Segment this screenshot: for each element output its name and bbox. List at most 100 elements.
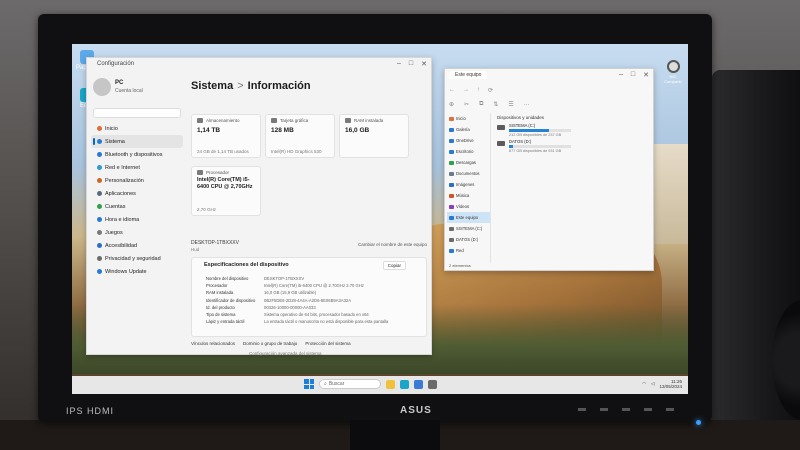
- sort-icon[interactable]: ⇅: [493, 101, 498, 108]
- settings-main: Sistema > Información Almacenamiento 1,14 …: [187, 72, 433, 356]
- sidebar-item[interactable]: Windows Update: [91, 265, 183, 278]
- related-link[interactable]: Dominio o grupo de trabajo: [243, 341, 297, 346]
- nav-pane-item[interactable]: Este equipo: [447, 212, 490, 223]
- folder-icon: [449, 149, 454, 154]
- drive-tile[interactable]: DATOS (D:) 877 GB disponibles de 931 GB: [497, 139, 651, 155]
- minimize-icon[interactable]: –: [619, 71, 623, 79]
- desktop-shortcut-label: NIC Compartir: [664, 74, 682, 84]
- drive-usage-fill: [509, 129, 550, 132]
- folder-icon: [449, 116, 454, 121]
- desktop-shortcut[interactable]: NIC Compartir: [662, 60, 684, 84]
- nav-pane-label: Escritorio: [456, 149, 474, 154]
- nav-pane-item[interactable]: Vídeos: [447, 201, 490, 212]
- sidebar-item[interactable]: Privacidad y seguridad: [91, 252, 183, 265]
- nav-pane-item[interactable]: OneDrive: [447, 135, 490, 146]
- maximize-icon[interactable]: □: [631, 71, 635, 79]
- processor-card[interactable]: Procesador Intel(R) Core(TM) i5-6400 CPU…: [191, 166, 261, 216]
- profile[interactable]: PC Cuenta local: [93, 78, 183, 102]
- sidebar-item[interactable]: Sistema: [91, 135, 183, 148]
- clock-date: 13/05/2024: [659, 384, 682, 389]
- drive-free-space: 877 GB disponibles de 931 GB: [509, 149, 562, 153]
- forward-icon[interactable]: →: [463, 87, 469, 93]
- nav-pane-item[interactable]: SISTEMA (C:): [447, 223, 490, 234]
- drive-usage-fill: [509, 145, 513, 148]
- copy-icon[interactable]: ⧉: [479, 101, 483, 108]
- taskbar-search[interactable]: ⌕ Buscar: [319, 379, 381, 389]
- nav-pane-item[interactable]: Red: [447, 245, 490, 256]
- nav-pane-item[interactable]: Imágenes: [447, 179, 490, 190]
- up-icon[interactable]: ↑: [477, 87, 480, 93]
- related-link[interactable]: Protección del sistema: [305, 341, 350, 346]
- close-icon[interactable]: ✕: [643, 71, 649, 79]
- nav-pane-item[interactable]: Inicio: [447, 113, 490, 124]
- nav-pane-item[interactable]: Escritorio: [447, 146, 490, 157]
- ram-card[interactable]: RAM instalada 16,0 GB: [339, 114, 409, 158]
- nav-icon: [97, 204, 102, 209]
- store-icon[interactable]: [414, 379, 423, 389]
- graphics-card[interactable]: Tarjeta gráfica 128 MB Intel(R) HD Graph…: [265, 114, 335, 158]
- sidebar-item-label: Privacidad y seguridad: [105, 255, 161, 262]
- volume-icon[interactable]: ◁: [651, 381, 654, 387]
- nav-pane-item[interactable]: Descargas: [447, 157, 490, 168]
- card-subtext: Intel(R) HD Graphics 530: [271, 149, 322, 154]
- start-button[interactable]: [304, 379, 314, 389]
- folder-icon: [449, 204, 454, 209]
- drive-tile[interactable]: SISTEMA (C:) 212 GB disponibles de 237 GB: [497, 123, 651, 139]
- refresh-icon[interactable]: ⟳: [488, 87, 493, 94]
- folder-icon: [449, 215, 454, 220]
- spec-key: Id. del producto: [206, 304, 235, 310]
- card-label: Almacenamiento: [206, 118, 240, 123]
- nav-pane-item[interactable]: Documentos: [447, 168, 490, 179]
- search-icon: ⌕: [324, 381, 327, 387]
- sidebar-item[interactable]: Personalización: [91, 174, 183, 187]
- advanced-settings-link[interactable]: Configuración avanzada del sistema: [249, 351, 322, 356]
- nav-icon: [97, 256, 102, 261]
- sidebar-item[interactable]: Bluetooth y dispositivos: [91, 148, 183, 161]
- sidebar-item[interactable]: Aplicaciones: [91, 187, 183, 200]
- sidebar-item[interactable]: Cuentas: [91, 200, 183, 213]
- more-icon[interactable]: …: [524, 101, 530, 107]
- back-icon[interactable]: ←: [449, 87, 455, 93]
- spec-value: 16,0 GB (15,9 GB utilizable): [264, 290, 317, 296]
- cut-icon[interactable]: ✂: [464, 101, 469, 108]
- hard-drive-icon: [497, 141, 505, 146]
- sidebar-item[interactable]: Accesibilidad: [91, 239, 183, 252]
- nav-icon: [97, 126, 102, 131]
- ram-icon: [345, 118, 351, 123]
- related-links: Vínculos relacionados Dominio o grupo de …: [191, 341, 351, 346]
- file-explorer-icon[interactable]: [386, 379, 395, 389]
- maximize-icon[interactable]: □: [409, 60, 413, 68]
- nav-icon: [97, 230, 102, 235]
- settings-icon[interactable]: [428, 379, 437, 389]
- spec-key: RAM instalada: [206, 290, 234, 296]
- copy-button[interactable]: Copiar: [382, 261, 406, 270]
- edge-icon[interactable]: [400, 379, 409, 389]
- storage-card[interactable]: Almacenamiento 1,14 TB 24 GB de 1,14 TB …: [191, 114, 261, 158]
- settings-search-input[interactable]: [93, 108, 181, 118]
- spec-key: Tipo de sistema: [206, 311, 236, 317]
- nav-pane-item[interactable]: Música: [447, 190, 490, 201]
- card-label: Procesador: [206, 170, 230, 175]
- breadcrumb-parent[interactable]: Sistema: [191, 80, 233, 92]
- sidebar-item[interactable]: Inicio: [91, 122, 183, 135]
- avatar: [93, 78, 111, 96]
- address-bar[interactable]: ← → ↑ ⟳: [449, 85, 651, 95]
- nav-pane-label: Inicio: [456, 116, 466, 121]
- sidebar-item[interactable]: Juegos: [91, 226, 183, 239]
- monitor-buttons[interactable]: [578, 408, 674, 411]
- settings-titlebar[interactable]: Configuración – □ ✕: [87, 58, 431, 72]
- nav-pane-label: DATOS (D:): [456, 237, 479, 242]
- wifi-icon[interactable]: ◠: [642, 381, 646, 387]
- rename-pc-button[interactable]: Cambiar el nombre de este equipo: [358, 242, 427, 247]
- new-icon[interactable]: ⊕: [449, 101, 454, 108]
- sidebar-item[interactable]: Red e Internet: [91, 161, 183, 174]
- minimize-icon[interactable]: –: [397, 60, 401, 68]
- clock[interactable]: 11:26 13/05/2024: [659, 379, 682, 389]
- explorer-tab[interactable]: Este equipo: [449, 71, 488, 79]
- status-bar: 2 elementos: [449, 263, 471, 268]
- view-icon[interactable]: ☰: [508, 101, 513, 108]
- close-icon[interactable]: ✕: [421, 60, 427, 68]
- nav-pane-item[interactable]: Galería: [447, 124, 490, 135]
- nav-pane-item[interactable]: DATOS (D:): [447, 234, 490, 245]
- sidebar-item[interactable]: Hora e idioma: [91, 213, 183, 226]
